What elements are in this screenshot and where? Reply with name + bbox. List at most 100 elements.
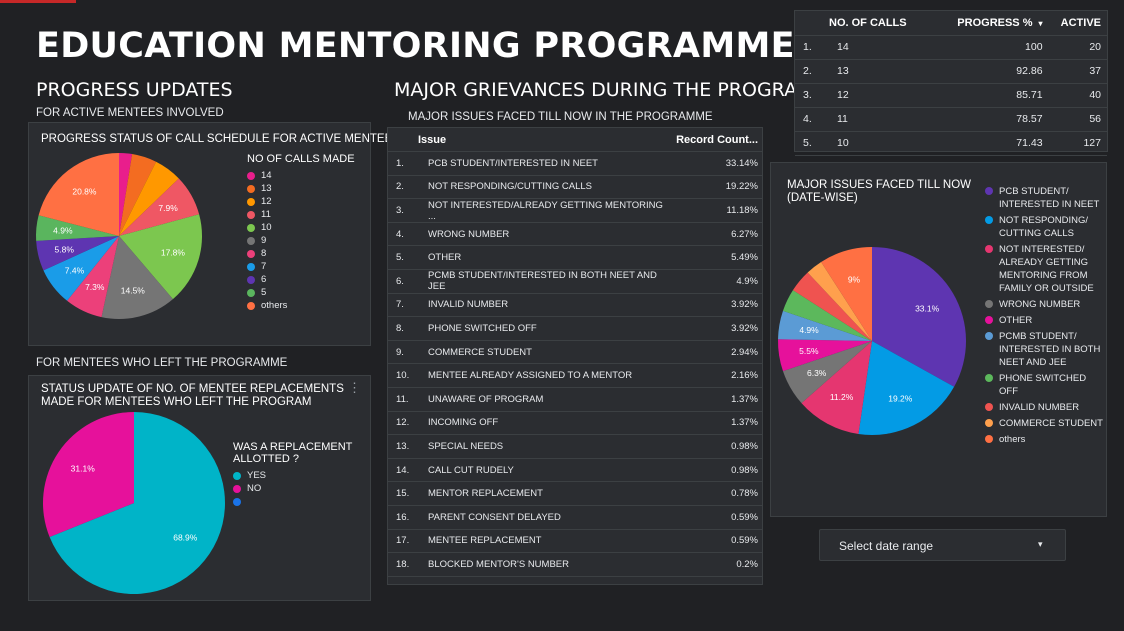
table-row[interactable]: 1. PCB STUDENT/INTERESTED IN NEET 33.14% (388, 151, 762, 176)
table-row[interactable]: 15. MENTOR REPLACEMENT 0.78% (388, 481, 762, 506)
table-row[interactable]: 7. INVALID NUMBER 3.92% (388, 293, 762, 318)
legend-swatch-icon (247, 275, 255, 284)
call-progress-legend-item[interactable]: 7 (247, 260, 355, 273)
legend-swatch-icon (247, 171, 255, 180)
datewise-legend-item[interactable]: PHONE SWITCHED OFF (985, 372, 1105, 398)
datewise-legend-item[interactable]: WRONG NUMBER (985, 298, 1105, 311)
table-row[interactable]: 2. 13 92.86 37 (795, 59, 1107, 84)
replacement-legend-item[interactable]: NO (233, 482, 352, 495)
active-cell: 37 (1046, 59, 1107, 84)
issue-cell: CALL CUT RUDELY (418, 458, 666, 483)
row-index: 10. (388, 363, 418, 389)
active-cell: 40 (1046, 83, 1107, 108)
dashboard-title: EDUCATION MENTORING PROGRAMME (36, 26, 795, 66)
pie-slice-label: 4.9% (799, 325, 819, 335)
table-row[interactable]: 1. 14 100 20 (795, 35, 1107, 60)
table-row[interactable]: 8. PHONE SWITCHED OFF 3.92% (388, 316, 762, 341)
table-row[interactable]: 16. PARENT CONSENT DELAYED 0.59% (388, 505, 762, 530)
table-row[interactable]: 3. 12 85.71 40 (795, 83, 1107, 108)
datewise-legend-item[interactable]: PCMB STUDENT/ INTERESTED IN BOTH NEET AN… (985, 330, 1105, 369)
call-progress-legend-item[interactable]: 14 (247, 169, 355, 182)
table-row[interactable]: 14. CALL CUT RUDELY 0.98% (388, 458, 762, 483)
call-progress-legend-label: 11 (261, 209, 271, 220)
grievances-table: Issue Record Count... 1. PCB STUDENT/INTE… (388, 128, 762, 577)
table-row[interactable]: 12. INCOMING OFF 1.37% (388, 411, 762, 436)
record-count-cell: 5.49% (666, 245, 762, 271)
call-progress-legend-item[interactable]: 5 (247, 286, 355, 299)
table-row[interactable]: 17. MENTEE REPLACEMENT 0.59% (388, 529, 762, 554)
call-progress-legend-item[interactable]: 10 (247, 221, 355, 234)
record-count-cell: 6.27% (666, 222, 762, 247)
record-count-cell: 0.2% (666, 552, 762, 577)
legend-swatch-icon (247, 301, 255, 310)
legend-swatch-icon (233, 497, 241, 506)
table-row[interactable]: 13. SPECIAL NEEDS 0.98% (388, 434, 762, 459)
calls-progress-table-card: NO. OF CALLS PROGRESS % ▾ ACTIVE 1. 14 100… (794, 10, 1108, 156)
record-count-cell: 2.94% (666, 340, 762, 365)
record-count-column-header[interactable]: Record Count... (666, 128, 762, 153)
call-progress-legend-item[interactable]: 9 (247, 234, 355, 247)
row-index: 14. (388, 458, 418, 483)
call-progress-legend-label: 7 (261, 261, 267, 272)
no-of-calls-column-header[interactable]: NO. OF CALLS (829, 11, 931, 36)
replacement-chart-card: STATUS UPDATE OF NO. OF MENTEE REPLACEME… (28, 375, 371, 601)
table-row[interactable]: 2. NOT RESPONDING/CUTTING CALLS 19.22% (388, 175, 762, 200)
table-row[interactable]: 5. OTHER 5.49% (388, 245, 762, 271)
index-header (388, 128, 418, 153)
progress-column-header[interactable]: PROGRESS % ▾ (930, 11, 1047, 36)
table-row[interactable]: 4. 11 78.57 56 (795, 107, 1107, 132)
call-progress-legend-item[interactable]: 12 (247, 195, 355, 208)
table-row[interactable]: 18. BLOCKED MENTOR'S NUMBER 0.2% (388, 552, 762, 577)
issue-cell: SPECIAL NEEDS (418, 434, 666, 459)
pie-slice-label: 68.9% (173, 533, 198, 543)
table-row[interactable]: 4. WRONG NUMBER 6.27% (388, 222, 762, 247)
call-progress-legend-item[interactable]: 11 (247, 208, 355, 221)
call-progress-legend-item[interactable]: 13 (247, 182, 355, 195)
legend-swatch-icon (985, 435, 993, 443)
issue-cell: NOT RESPONDING/CUTTING CALLS (418, 175, 666, 200)
datewise-legend-item[interactable]: OTHER (985, 314, 1105, 327)
replacement-legend-item[interactable]: YES (233, 469, 352, 482)
pie-slice-label: 33.1% (915, 304, 940, 314)
datewise-legend-item[interactable]: COMMERCE STUDENT (985, 417, 1105, 430)
table-row[interactable]: 10. MENTEE ALREADY ASSIGNED TO A MENTOR 2.… (388, 363, 762, 389)
datewise-legend-label: NOT RESPONDING/ CUTTING CALLS (999, 215, 1089, 239)
legend-swatch-icon (247, 210, 255, 219)
issue-column-header[interactable]: Issue (418, 128, 666, 153)
datewise-legend-item[interactable]: NOT INTERESTED/ ALREADY GETTING MENTORIN… (985, 243, 1105, 295)
datewise-legend-item[interactable]: NOT RESPONDING/ CUTTING CALLS (985, 214, 1105, 240)
row-index: 9. (388, 340, 418, 365)
datewise-legend-item[interactable]: PCB STUDENT/ INTERESTED IN NEET (985, 185, 1105, 211)
table-row[interactable]: 11. UNAWARE OF PROGRAM 1.37% (388, 387, 762, 412)
row-index: 18. (388, 552, 418, 577)
table-row[interactable]: 6. PCMB STUDENT/INTERESTED IN BOTH NEET A… (388, 269, 762, 294)
datewise-legend-label: PCMB STUDENT/ INTERESTED IN BOTH NEET AN… (999, 331, 1101, 368)
pie-slice-label: 19.2% (888, 393, 913, 403)
record-count-cell: 1.37% (666, 411, 762, 436)
table-row[interactable]: 3. NOT INTERESTED/ALREADY GETTING MENTORI… (388, 198, 762, 223)
active-column-header[interactable]: ACTIVE (1046, 11, 1107, 36)
call-progress-legend-item[interactable]: others (247, 299, 355, 312)
table-row[interactable]: 5. 10 71.43 127 (795, 131, 1107, 156)
pie-slice-label: 6.3% (807, 368, 827, 378)
datewise-legend-item[interactable]: INVALID NUMBER (985, 401, 1105, 414)
grievances-header-row: Issue Record Count... (388, 128, 762, 153)
datewise-legend-item[interactable]: others (985, 433, 1105, 446)
date-range-selector[interactable]: Select date range ▾ (819, 529, 1066, 561)
call-progress-legend-label: 8 (261, 248, 267, 259)
call-progress-legend-item[interactable]: 8 (247, 247, 355, 260)
call-progress-legend-label: 12 (261, 196, 272, 207)
replacement-legend-item[interactable] (233, 495, 352, 508)
record-count-cell: 3.92% (666, 316, 762, 341)
call-progress-legend-label: 6 (261, 274, 267, 285)
issue-cell: INCOMING OFF (418, 411, 666, 436)
legend-swatch-icon (247, 223, 255, 232)
table-row[interactable]: 9. COMMERCE STUDENT 2.94% (388, 340, 762, 365)
datewise-legend-label: others (999, 434, 1026, 445)
row-index: 13. (388, 434, 418, 459)
replacement-legend-title-line2: ALLOTTED ? (233, 453, 300, 465)
record-count-cell: 0.59% (666, 529, 762, 554)
progress-cell: 92.86 (930, 59, 1047, 84)
call-progress-legend-item[interactable]: 6 (247, 273, 355, 286)
progress-cell: 85.71 (930, 83, 1047, 108)
